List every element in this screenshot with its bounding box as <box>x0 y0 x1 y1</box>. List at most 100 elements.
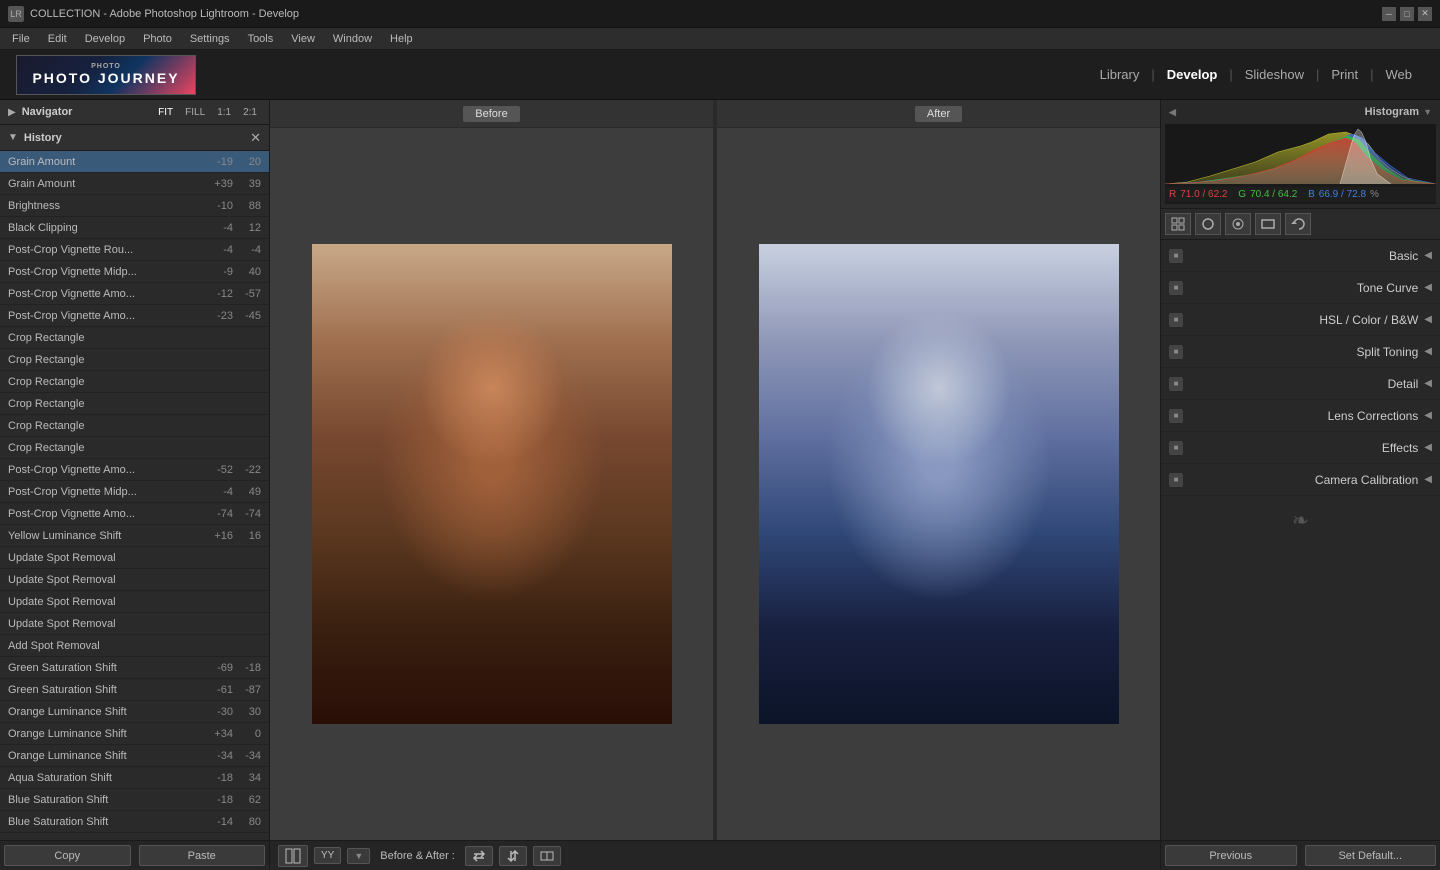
nav-slideshow[interactable]: Slideshow <box>1233 67 1316 82</box>
paste-button[interactable]: Paste <box>139 845 266 866</box>
history-item-val2-29: 62 <box>237 794 261 806</box>
history-item-8[interactable]: Crop Rectangle <box>0 327 269 349</box>
navigator-header[interactable]: ▶ Navigator FIT FILL 1:1 2:1 <box>0 100 269 124</box>
hist-percent: % <box>1370 189 1379 200</box>
history-item-0[interactable]: Grain Amount-1920 <box>0 151 269 173</box>
history-list[interactable]: Grain Amount-1920Grain Amount+3939Bright… <box>0 151 269 840</box>
history-item-17[interactable]: Yellow Luminance Shift+1616 <box>0 525 269 547</box>
close-button[interactable]: ✕ <box>1418 7 1432 21</box>
nav-web[interactable]: Web <box>1374 67 1425 82</box>
lens-corrections-label: Lens Corrections <box>1191 409 1418 423</box>
swap-horizontal-button[interactable] <box>465 846 493 866</box>
menu-edit[interactable]: Edit <box>40 31 75 47</box>
history-item-2[interactable]: Brightness-1088 <box>0 195 269 217</box>
target-tool-button[interactable] <box>1225 213 1251 235</box>
menu-help[interactable]: Help <box>382 31 421 47</box>
menu-view[interactable]: View <box>283 31 323 47</box>
history-item-1[interactable]: Grain Amount+3939 <box>0 173 269 195</box>
history-item-4[interactable]: Post-Crop Vignette Rou...-4-4 <box>0 239 269 261</box>
grid-tool-button[interactable] <box>1165 213 1191 235</box>
history-item-23[interactable]: Green Saturation Shift-69-18 <box>0 657 269 679</box>
swap-vertical-button[interactable] <box>499 846 527 866</box>
before-photo-frame <box>312 244 672 724</box>
history-item-val1-16: -74 <box>203 508 233 520</box>
history-item-14[interactable]: Post-Crop Vignette Amo...-52-22 <box>0 459 269 481</box>
history-item-val2-2: 88 <box>237 200 261 212</box>
title-bar: LR COLLECTION - Adobe Photoshop Lightroo… <box>0 0 1440 28</box>
history-item-15[interactable]: Post-Crop Vignette Midp...-449 <box>0 481 269 503</box>
menu-develop[interactable]: Develop <box>77 31 133 47</box>
split-toning-panel-item[interactable]: ■ Split Toning ◀ <box>1161 336 1440 368</box>
history-item-26[interactable]: Orange Luminance Shift+340 <box>0 723 269 745</box>
history-item-28[interactable]: Aqua Saturation Shift-1834 <box>0 767 269 789</box>
history-item-13[interactable]: Crop Rectangle <box>0 437 269 459</box>
history-item-18[interactable]: Update Spot Removal <box>0 547 269 569</box>
photo-after-panel[interactable] <box>717 128 1160 840</box>
history-item-27[interactable]: Orange Luminance Shift-34-34 <box>0 745 269 767</box>
copy-button[interactable]: Copy <box>4 845 131 866</box>
nav-develop[interactable]: Develop <box>1155 67 1230 82</box>
history-item-20[interactable]: Update Spot Removal <box>0 591 269 613</box>
menu-tools[interactable]: Tools <box>240 31 282 47</box>
history-item-12[interactable]: Crop Rectangle <box>0 415 269 437</box>
effects-panel-item[interactable]: ■ Effects ◀ <box>1161 432 1440 464</box>
history-item-24[interactable]: Green Saturation Shift-61-87 <box>0 679 269 701</box>
history-item-19[interactable]: Update Spot Removal <box>0 569 269 591</box>
history-item-val2-0: 20 <box>237 156 261 168</box>
nav-view-fit[interactable]: FIT <box>154 107 177 118</box>
lens-corrections-panel-item[interactable]: ■ Lens Corrections ◀ <box>1161 400 1440 432</box>
minimize-button[interactable]: ─ <box>1382 7 1396 21</box>
nav-view-fill[interactable]: FILL <box>181 107 209 118</box>
history-item-16[interactable]: Post-Crop Vignette Amo...-74-74 <box>0 503 269 525</box>
app-icon: LR <box>8 6 24 22</box>
menu-settings[interactable]: Settings <box>182 31 238 47</box>
history-item-30[interactable]: Blue Saturation Shift-1480 <box>0 811 269 833</box>
after-photo <box>759 244 1119 724</box>
history-item-9[interactable]: Crop Rectangle <box>0 349 269 371</box>
history-item-5[interactable]: Post-Crop Vignette Midp...-940 <box>0 261 269 283</box>
rotate-tool-button[interactable] <box>1285 213 1311 235</box>
histogram-title: Histogram <box>1176 106 1419 118</box>
history-item-11[interactable]: Crop Rectangle <box>0 393 269 415</box>
history-item-3[interactable]: Black Clipping-412 <box>0 217 269 239</box>
maximize-button[interactable]: □ <box>1400 7 1414 21</box>
nav-view-1to1[interactable]: 1:1 <box>213 107 235 118</box>
history-item-6[interactable]: Post-Crop Vignette Amo...-12-57 <box>0 283 269 305</box>
right-tools <box>1161 209 1440 240</box>
layout-split-button[interactable] <box>533 846 561 866</box>
nav-library[interactable]: Library <box>1088 67 1152 82</box>
tone-curve-panel-item[interactable]: ■ Tone Curve ◀ <box>1161 272 1440 304</box>
history-item-val1-24: -61 <box>203 684 233 696</box>
history-item-val1-28: -18 <box>203 772 233 784</box>
history-item-22[interactable]: Add Spot Removal <box>0 635 269 657</box>
rect-tool-button[interactable] <box>1255 213 1281 235</box>
photo-before-panel[interactable] <box>270 128 713 840</box>
view-mode-button[interactable] <box>278 845 308 867</box>
previous-button[interactable]: Previous <box>1165 845 1297 866</box>
hsl-panel-item[interactable]: ■ HSL / Color / B&W ◀ <box>1161 304 1440 336</box>
detail-panel-item[interactable]: ■ Detail ◀ <box>1161 368 1440 400</box>
history-item-10[interactable]: Crop Rectangle <box>0 371 269 393</box>
history-item-name-28: Aqua Saturation Shift <box>8 772 203 784</box>
yy-mode-button[interactable]: YY <box>314 847 341 864</box>
nav-print[interactable]: Print <box>1319 67 1370 82</box>
view-mode-icon <box>285 848 301 864</box>
history-close-button[interactable]: ✕ <box>250 130 261 146</box>
history-item-29[interactable]: Blue Saturation Shift-1862 <box>0 789 269 811</box>
menu-file[interactable]: File <box>4 31 38 47</box>
camera-calibration-panel-item[interactable]: ■ Camera Calibration ◀ <box>1161 464 1440 496</box>
nav-view-2to1[interactable]: 2:1 <box>239 107 261 118</box>
circle-tool-button[interactable] <box>1195 213 1221 235</box>
window-title: COLLECTION - Adobe Photoshop Lightroom -… <box>30 8 1382 20</box>
basic-panel-item[interactable]: ■ Basic ◀ <box>1161 240 1440 272</box>
history-item-25[interactable]: Orange Luminance Shift-3030 <box>0 701 269 723</box>
history-item-7[interactable]: Post-Crop Vignette Amo...-23-45 <box>0 305 269 327</box>
history-item-val2-26: 0 <box>237 728 261 740</box>
history-item-21[interactable]: Update Spot Removal <box>0 613 269 635</box>
menu-window[interactable]: Window <box>325 31 380 47</box>
photo-compare <box>270 128 1160 840</box>
yy-dropdown-button[interactable]: ▼ <box>347 848 370 864</box>
set-default-button[interactable]: Set Default... <box>1305 845 1437 866</box>
menu-photo[interactable]: Photo <box>135 31 180 47</box>
history-item-name-3: Black Clipping <box>8 222 203 234</box>
